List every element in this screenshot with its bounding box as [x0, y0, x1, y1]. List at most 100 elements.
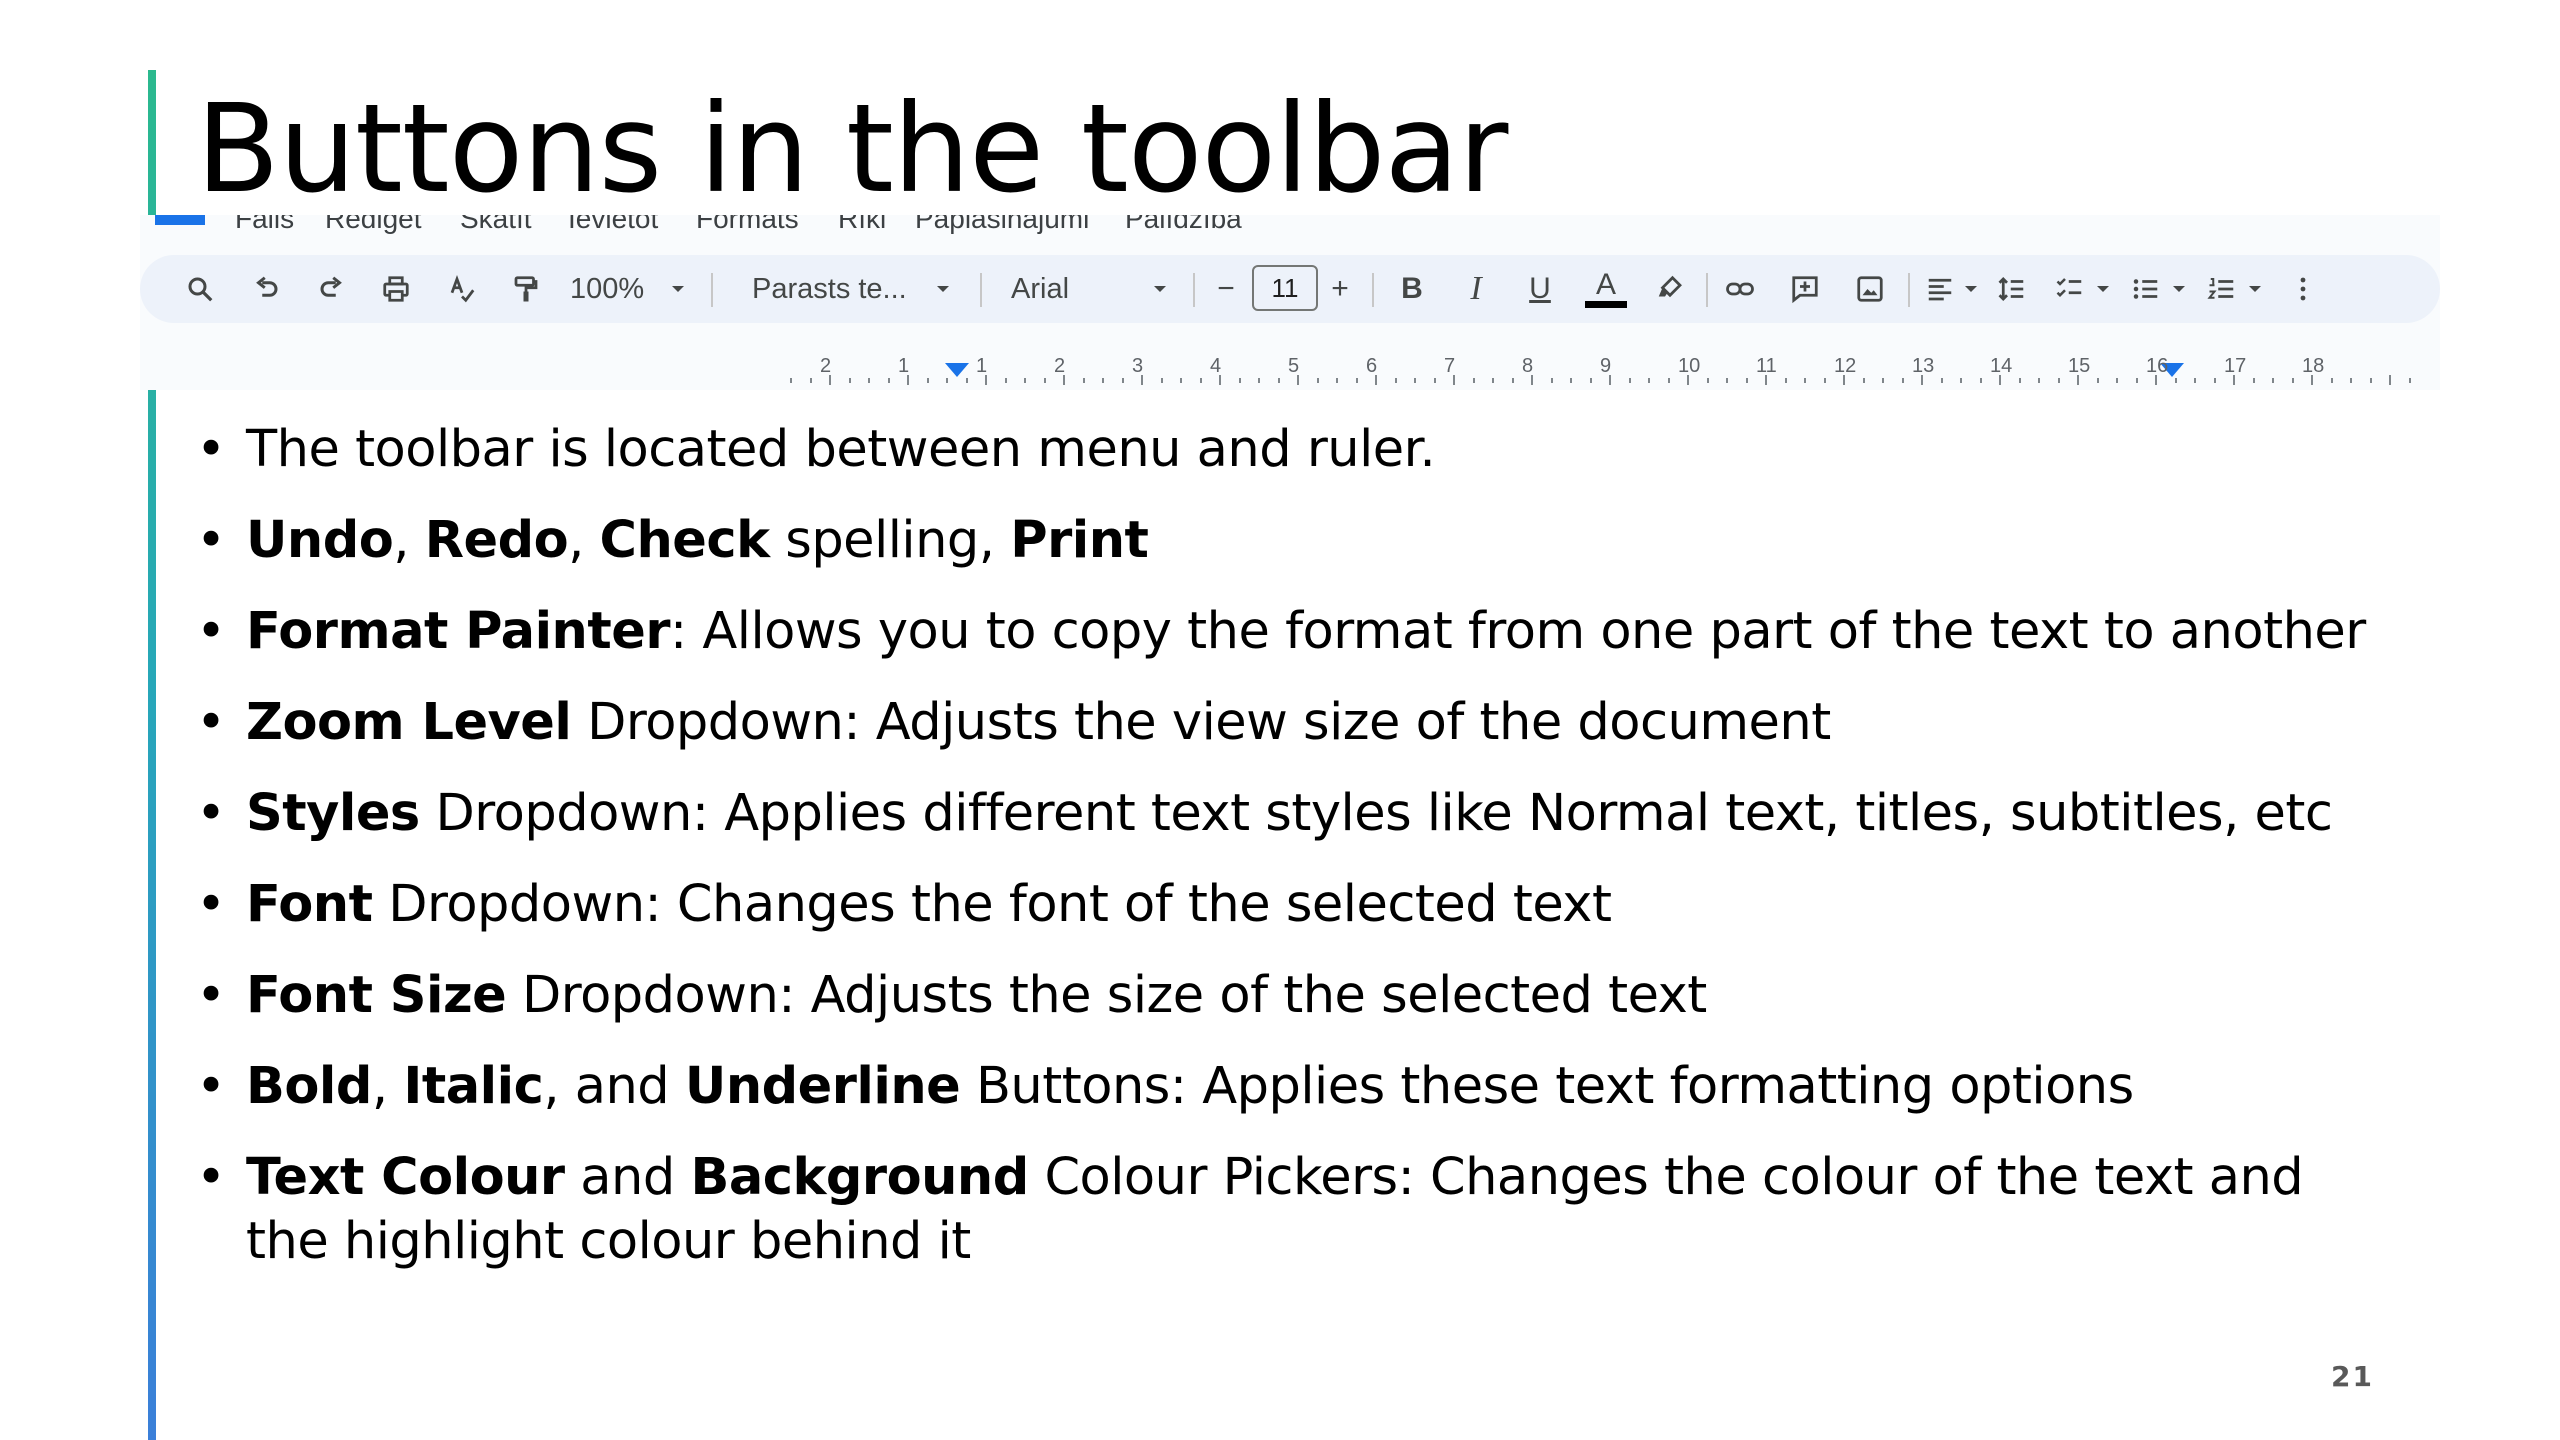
- ruler-tick: [1102, 378, 1104, 383]
- ruler-tick: [1667, 378, 1670, 383]
- ruler-tick: [1043, 378, 1046, 383]
- bullet-bold-text: Bold: [246, 1057, 372, 1116]
- ruler-tick: [1765, 375, 1767, 385]
- bullet-text: Dropdown: Applies different text styles …: [419, 784, 2333, 843]
- underline-icon: U: [1529, 272, 1551, 305]
- ruler-tick: [1277, 378, 1280, 383]
- bullet-item: • Format Painter: Allows you to copy the …: [196, 600, 2396, 664]
- ruler-tick: [1219, 375, 1221, 385]
- redo-icon[interactable]: [310, 255, 354, 323]
- ruler-tick: [1121, 378, 1124, 383]
- bullet-text: , and: [543, 1057, 685, 1116]
- print-icon[interactable]: [374, 255, 418, 323]
- ruler-tick: [1784, 378, 1787, 383]
- ruler-tick: [1297, 375, 1299, 385]
- ruler-tick: [1141, 375, 1143, 385]
- ruler-tick: [1199, 378, 1202, 383]
- menu-item-help[interactable]: Palīdzība: [1125, 215, 1242, 235]
- increase-font-size-button[interactable]: +: [1322, 255, 1358, 323]
- bullet-marker: •: [196, 511, 226, 570]
- menu-item-format[interactable]: Formāts: [696, 215, 799, 235]
- ruler-tick: [1336, 378, 1338, 383]
- ruler-tick: [1316, 378, 1319, 383]
- ruler-tick: [1024, 378, 1026, 383]
- ruler-tick: [1550, 378, 1553, 383]
- spellcheck-icon[interactable]: [440, 255, 484, 323]
- left-indent-marker[interactable]: [945, 363, 969, 377]
- menu-bar: Fails Rediģēt Skatīt Ievietot Formāts Rī…: [140, 215, 2440, 237]
- search-icon[interactable]: [178, 255, 222, 323]
- bullet-text: : Allows you to copy the format from one…: [670, 602, 2366, 661]
- menu-item-view[interactable]: Skatīt: [460, 215, 532, 235]
- bold-button[interactable]: B: [1390, 255, 1434, 323]
- ruler-tick: [1960, 378, 1962, 383]
- page-number: 21: [2331, 1360, 2374, 1393]
- bullet-text: ,: [393, 511, 425, 570]
- ruler-tick: [1979, 378, 1982, 383]
- bulleted-list-icon[interactable]: [2124, 255, 2168, 323]
- chevron-down-icon[interactable]: [928, 255, 958, 323]
- menu-item-edit[interactable]: Rediģēt: [325, 215, 422, 235]
- text-color-button[interactable]: A: [1582, 255, 1630, 323]
- bullet-item: • Undo, Redo, Check spelling, Print: [196, 509, 2396, 573]
- ruler-tick: [1355, 378, 1358, 383]
- font-size-input[interactable]: 11: [1252, 265, 1318, 311]
- decrease-font-size-button[interactable]: −: [1208, 255, 1244, 323]
- ruler-tick: [1706, 378, 1709, 383]
- ruler-tick: [2155, 375, 2157, 385]
- ruler-tick: [1609, 375, 1611, 385]
- link-icon[interactable]: [1718, 255, 1762, 323]
- bullet-text: The toolbar is located between menu and …: [246, 420, 1436, 479]
- ruler-tick: [1082, 378, 1085, 383]
- ruler-tick: [2350, 378, 2352, 383]
- ruler: 2 1 1 2 3 4 5 6 7 8 9 10 11 12 13 14 15 16 17 18: [640, 355, 2411, 387]
- font-dropdown[interactable]: Arial: [1011, 255, 1131, 323]
- bullet-text: Dropdown: Adjusts the size of the select…: [506, 966, 1707, 1025]
- ruler-tick: [1180, 378, 1182, 383]
- bullet-item: • Font Dropdown: Changes the font of the …: [196, 873, 2396, 937]
- bullet-marker: •: [196, 420, 226, 479]
- numbered-list-icon[interactable]: [2200, 255, 2244, 323]
- menu-item-extensions[interactable]: Paplašinājumi: [915, 215, 1089, 235]
- menu-item-insert[interactable]: Ievietot: [568, 215, 658, 235]
- ruler-tick: [2096, 378, 2099, 383]
- ruler-tick: [1999, 375, 2001, 385]
- bullet-marker: •: [196, 1148, 226, 1207]
- menu-item-file[interactable]: Fails: [235, 215, 294, 235]
- bullet-bold-text: Styles: [246, 784, 420, 843]
- chevron-down-icon[interactable]: [2166, 255, 2192, 323]
- ruler-tick: [1726, 378, 1728, 383]
- ruler-tick: [848, 378, 851, 383]
- undo-icon[interactable]: [244, 255, 288, 323]
- italic-button[interactable]: I: [1454, 255, 1498, 323]
- slide-title: Buttons in the toolbar: [196, 78, 1508, 220]
- image-icon[interactable]: [1848, 255, 1892, 323]
- ruler-number: 13: [1912, 355, 1935, 377]
- line-spacing-icon[interactable]: [1990, 255, 2034, 323]
- chevron-down-icon[interactable]: [1145, 255, 1175, 323]
- bullet-item: • Text Colour and Background Colour Picke…: [196, 1146, 2396, 1274]
- ruler-tick: [790, 378, 792, 383]
- italic-icon: I: [1470, 270, 1482, 307]
- ruler-tick: [1531, 375, 1533, 385]
- checklist-icon[interactable]: [2048, 255, 2092, 323]
- align-icon[interactable]: [1918, 255, 1962, 323]
- zoom-dropdown[interactable]: 100%: [570, 255, 660, 323]
- chevron-down-icon[interactable]: [2090, 255, 2116, 323]
- highlight-icon[interactable]: [1648, 255, 1692, 323]
- text-color-icon: A: [1595, 267, 1616, 301]
- more-icon[interactable]: [2290, 255, 2316, 323]
- style-dropdown[interactable]: Parasts te...: [752, 255, 922, 323]
- underline-button[interactable]: U: [1518, 255, 1562, 323]
- paint-format-icon[interactable]: [504, 255, 548, 323]
- font-size-value: 11: [1271, 272, 1299, 303]
- chevron-down-icon[interactable]: [663, 255, 693, 323]
- menu-item-tools[interactable]: Rīki: [838, 215, 886, 235]
- chevron-down-icon[interactable]: [2242, 255, 2268, 323]
- ruler-tick: [1921, 375, 1923, 385]
- bullet-text: spelling,: [769, 511, 1011, 570]
- ruler-tick: [1882, 378, 1884, 383]
- chevron-down-icon[interactable]: [1958, 255, 1984, 323]
- comment-icon[interactable]: [1783, 255, 1827, 323]
- ruler-tick: [1589, 378, 1592, 383]
